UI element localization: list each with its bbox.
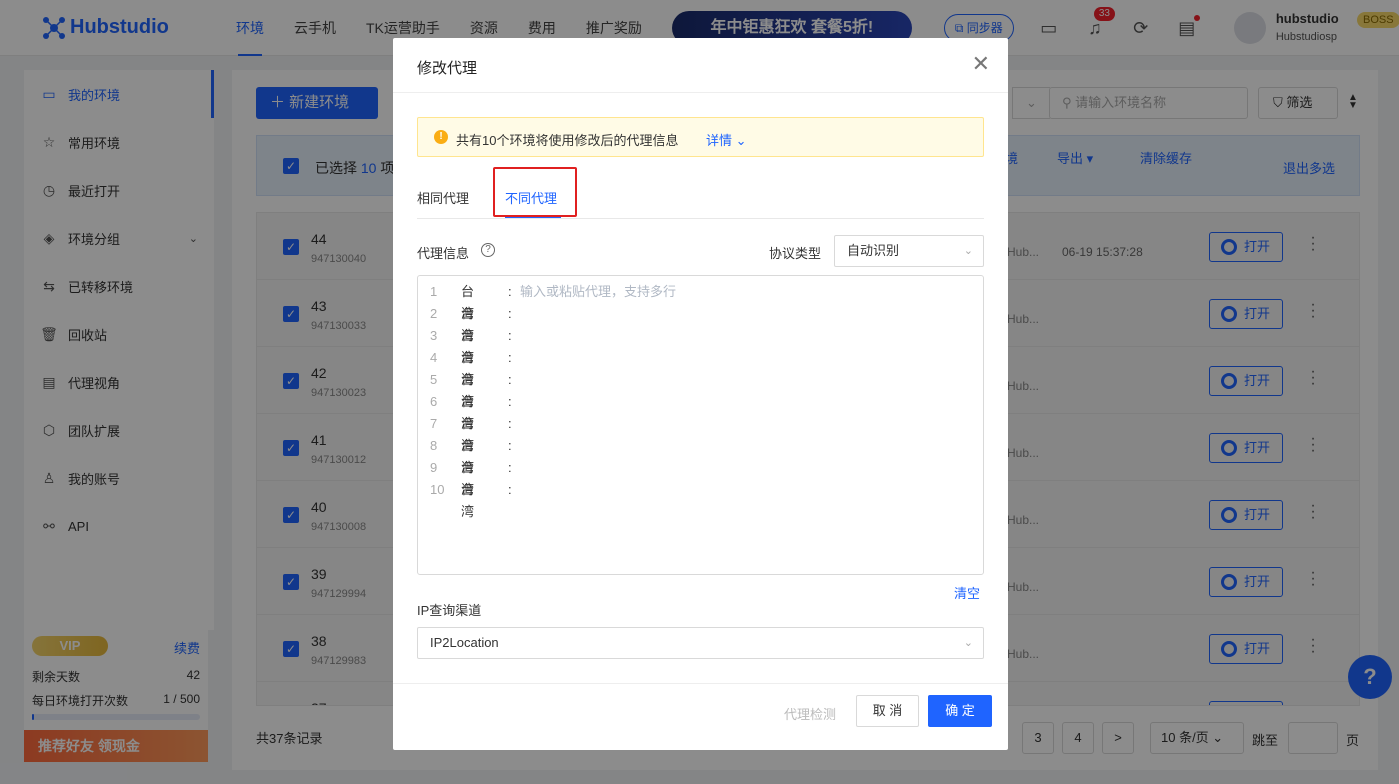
protocol-label: 协议类型 — [769, 246, 822, 261]
colon: : — [508, 306, 512, 321]
notice-banner: ! 共有10个环境将使用修改后的代理信息 详情 ⌄ — [417, 117, 984, 157]
proxy-textarea[interactable]: 1 台湾: 输入或粘贴代理，支持多行 2 台湾:3 台湾:4 台湾:5 台湾:6 台湾:7 台湾:… — [417, 275, 984, 575]
chevron-down-icon: ⌄ — [735, 133, 747, 148]
colon: : — [508, 394, 512, 409]
proxy-info-label: 代理信息 — [417, 246, 470, 261]
proxy-detect-button[interactable]: 代理检测 — [784, 704, 836, 723]
line-number: 7 — [430, 416, 438, 431]
line-number: 8 — [430, 438, 438, 453]
notice-text: 共有10个环境将使用修改后的代理信息 — [456, 133, 679, 148]
tab-same-proxy[interactable]: 相同代理 — [417, 188, 469, 207]
help-icon[interactable]: ? — [481, 243, 495, 257]
colon: : — [508, 460, 512, 475]
colon: : — [508, 438, 512, 453]
colon: : — [508, 416, 512, 431]
modal-header: 修改代理 ✕ — [393, 38, 1008, 93]
line-number: 9 — [430, 460, 438, 475]
cancel-button[interactable]: 取 消 — [856, 695, 919, 727]
line-number: 3 — [430, 328, 438, 343]
chevron-down-icon: ⌄ — [963, 245, 973, 257]
confirm-button[interactable]: 确 定 — [928, 695, 992, 727]
proxy-placeholder: 输入或粘贴代理，支持多行 — [520, 284, 677, 299]
region-label: 台湾 — [461, 482, 475, 519]
colon: : — [508, 328, 512, 343]
clear-link[interactable]: 清空 — [954, 583, 980, 602]
ip-channel-label: IP查询渠道 — [417, 603, 482, 618]
colon: : — [508, 350, 512, 365]
annotation-highlight-box — [493, 167, 577, 217]
close-icon[interactable]: ✕ — [972, 52, 990, 76]
modal-title: 修改代理 — [417, 60, 478, 77]
line-number: 4 — [430, 350, 438, 365]
modal-footer: 代理检测 取 消 确 定 — [393, 683, 1008, 750]
colon: : — [508, 372, 512, 387]
edit-proxy-modal: 修改代理 ✕ ! 共有10个环境将使用修改后的代理信息 详情 ⌄ 相同代理 不同… — [393, 38, 1008, 750]
protocol-select[interactable]: 自动识别 ⌄ — [834, 235, 984, 267]
colon: : — [508, 482, 512, 497]
line-number: 1 — [430, 284, 438, 299]
line-number: 2 — [430, 306, 438, 321]
ip-channel-select[interactable]: IP2Location ⌄ — [417, 627, 984, 659]
chevron-down-icon: ⌄ — [963, 637, 973, 649]
warning-icon: ! — [434, 130, 448, 144]
line-number: 6 — [430, 394, 438, 409]
line-number: 5 — [430, 372, 438, 387]
colon: : — [508, 284, 512, 299]
line-number: 10 — [430, 482, 445, 497]
details-link[interactable]: 详情 ⌄ — [706, 130, 747, 149]
